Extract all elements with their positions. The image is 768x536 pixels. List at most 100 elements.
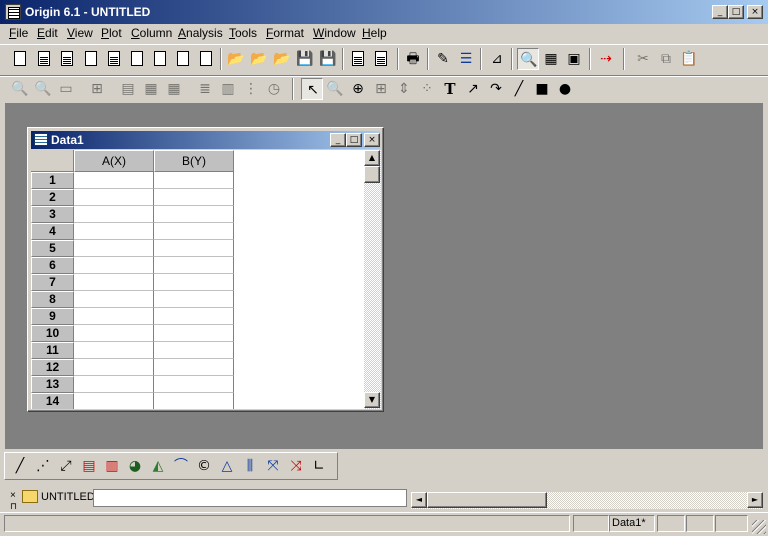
menu-plot[interactable]: Plot <box>101 26 122 40</box>
row-header[interactable]: 9 <box>31 308 74 325</box>
menu-tools[interactable]: Tools <box>229 26 257 40</box>
line-tool-icon[interactable]: ╱ <box>508 78 530 100</box>
row-header[interactable]: 7 <box>31 274 74 291</box>
cell-b[interactable] <box>154 223 234 240</box>
results-log-icon[interactable]: 🔍 <box>517 48 539 70</box>
row-header[interactable]: 4 <box>31 223 74 240</box>
fill-area-icon[interactable]: ⌒ <box>170 455 192 477</box>
row-header[interactable]: 5 <box>31 240 74 257</box>
cell-b[interactable] <box>154 359 234 376</box>
new-notes-icon[interactable] <box>172 48 194 70</box>
cell-a[interactable] <box>74 274 154 291</box>
column-chart-icon[interactable]: ▥ <box>101 455 123 477</box>
cell-b[interactable] <box>154 393 234 409</box>
cell-b[interactable] <box>154 308 234 325</box>
align-columns-icon[interactable]: ▥ <box>217 78 239 100</box>
draw-data-icon[interactable]: ⁘ <box>416 78 438 100</box>
vector-xyam-icon[interactable]: ⤧ <box>262 455 284 477</box>
bar-chart-icon[interactable]: ▤ <box>78 455 100 477</box>
save-project-icon[interactable]: 💾 <box>294 48 316 70</box>
align-rows-icon[interactable]: ≣ <box>194 78 216 100</box>
open-excel-icon[interactable]: 📂 <box>271 48 293 70</box>
vertical-scrollbar[interactable]: ▲ ▼ <box>364 150 381 409</box>
cell-a[interactable] <box>74 308 154 325</box>
project-folder-list[interactable] <box>93 489 407 507</box>
project-explorer-close-icon[interactable]: × <box>10 491 16 501</box>
cell-a[interactable] <box>74 359 154 376</box>
whole-page-icon[interactable]: ▭ <box>55 78 77 100</box>
pie-chart-icon[interactable]: ◕ <box>124 455 146 477</box>
maximize-button[interactable]: □ <box>728 5 744 19</box>
row-header[interactable]: 8 <box>31 291 74 308</box>
line-symbol-plot-icon[interactable]: ⤢ <box>55 455 77 477</box>
scroll-down-button[interactable]: ▼ <box>364 392 380 408</box>
vector-xyxy-icon[interactable]: ⤨ <box>285 455 307 477</box>
paste-icon[interactable]: 📋 <box>678 48 700 70</box>
text-tool-icon[interactable]: T <box>439 78 461 100</box>
arrow-tool-icon[interactable]: ↗ <box>462 78 484 100</box>
menu-column[interactable]: Column <box>131 26 172 40</box>
open-template-icon[interactable]: 📂 <box>248 48 270 70</box>
resize-grip[interactable] <box>752 520 766 534</box>
zoom-out-icon[interactable]: 🔍 <box>32 78 54 100</box>
print-icon[interactable]: 🖶 <box>402 48 424 70</box>
scatter-plot-icon[interactable]: ⋰ <box>32 455 54 477</box>
scroll-thumb[interactable] <box>364 166 380 183</box>
new-worksheet-icon[interactable] <box>33 48 55 70</box>
cell-a[interactable] <box>74 257 154 274</box>
select-all-corner[interactable] <box>31 150 74 172</box>
project-explorer-icon[interactable]: ⊿ <box>486 48 508 70</box>
import-ascii-icon[interactable] <box>347 48 369 70</box>
new-excel-workbook-icon[interactable] <box>195 48 217 70</box>
project-explorer-pin-icon[interactable]: ⊓ <box>10 502 17 511</box>
rescale-icon[interactable]: ⊞ <box>86 78 108 100</box>
worksheet-minimize-button[interactable]: _ <box>330 133 346 147</box>
cell-b[interactable] <box>154 189 234 206</box>
rectangle-tool-icon[interactable]: ■ <box>531 78 553 100</box>
menu-help[interactable]: Help <box>362 26 387 40</box>
cell-b[interactable] <box>154 240 234 257</box>
cell-b[interactable] <box>154 325 234 342</box>
scroll-up-button[interactable]: ▲ <box>364 150 380 166</box>
cell-a[interactable] <box>74 291 154 308</box>
cell-b[interactable] <box>154 274 234 291</box>
menu-file[interactable]: File <box>9 26 28 40</box>
cell-b[interactable] <box>154 342 234 359</box>
cell-b[interactable] <box>154 206 234 223</box>
project-folder-label[interactable]: UNTITLED <box>41 491 95 503</box>
new-matrix-icon[interactable] <box>103 48 125 70</box>
cell-a[interactable] <box>74 325 154 342</box>
column-stack-icon[interactable]: ⋮ <box>240 78 262 100</box>
cell-b[interactable] <box>154 257 234 274</box>
save-template-icon[interactable]: 💾 <box>317 48 339 70</box>
worksheet-window[interactable]: Data1 _ □ × A(X) B(Y) 1 2 3 4 5 6 7 8 9 10 11 12 13 1… <box>27 127 384 412</box>
polar-plot-icon[interactable]: © <box>193 455 215 477</box>
import-multiple-ascii-icon[interactable] <box>370 48 392 70</box>
zoom-in-icon[interactable]: 🔍 <box>9 78 31 100</box>
new-project-icon[interactable] <box>9 48 31 70</box>
row-header[interactable]: 1 <box>31 172 74 189</box>
cell-b[interactable] <box>154 172 234 189</box>
horizontal-scroll-thumb[interactable] <box>427 492 547 508</box>
menu-format[interactable]: Format <box>266 26 304 40</box>
new-excel-icon[interactable] <box>56 48 78 70</box>
cell-a[interactable] <box>74 240 154 257</box>
pointer-tool-icon[interactable]: ↖ <box>301 78 323 100</box>
cell-a[interactable] <box>74 172 154 189</box>
cell-a[interactable] <box>74 189 154 206</box>
ellipse-tool-icon[interactable]: ● <box>554 78 576 100</box>
ternary-plot-icon[interactable]: △ <box>216 455 238 477</box>
column-header-a[interactable]: A(X) <box>74 150 154 172</box>
row-header[interactable]: 10 <box>31 325 74 342</box>
row-header[interactable]: 14 <box>31 393 74 409</box>
cell-a[interactable] <box>74 393 154 409</box>
open-icon[interactable]: 📂 <box>225 48 247 70</box>
screen-reader-icon[interactable]: ⊕ <box>347 78 369 100</box>
close-button[interactable]: × <box>747 5 763 19</box>
menu-view[interactable]: View <box>67 26 93 40</box>
timestamp-icon[interactable]: ◷ <box>263 78 285 100</box>
line-plot-icon[interactable]: ╱ <box>9 455 31 477</box>
high-low-close-icon[interactable]: ⫼ <box>239 455 261 477</box>
area-chart-icon[interactable]: ◭ <box>147 455 169 477</box>
column-header-b[interactable]: B(Y) <box>154 150 234 172</box>
